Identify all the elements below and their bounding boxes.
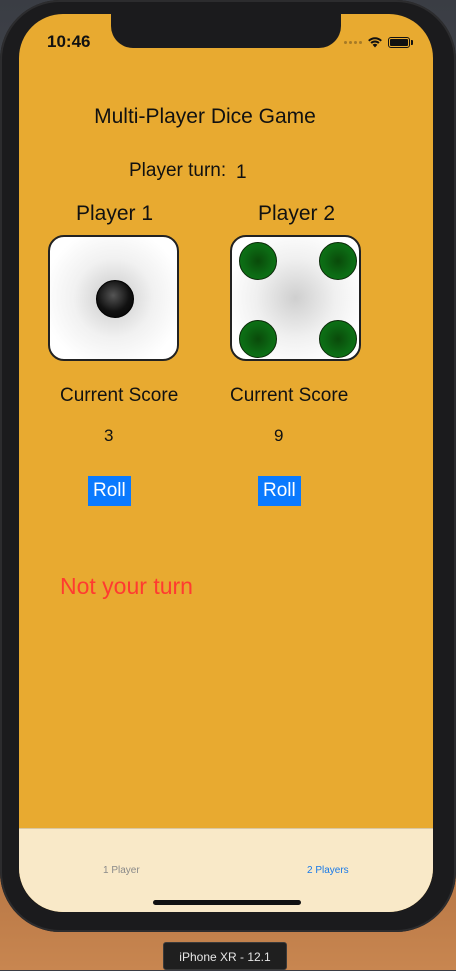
turn-message: Not your turn: [60, 573, 193, 599]
device-label: iPhone XR - 12.1: [163, 942, 287, 970]
battery-tip: [411, 39, 413, 45]
home-indicator[interactable]: [153, 900, 301, 905]
player-1-name: Player 1: [76, 202, 154, 225]
player-2-score: 9: [274, 426, 284, 445]
player-2-die: [230, 235, 361, 361]
tab-bar: 1 Player 2 Players: [19, 828, 433, 912]
cellular-signal-icon: [344, 40, 362, 44]
game-title: Multi-Player Dice Game: [94, 105, 316, 128]
status-icons: [344, 35, 413, 49]
player-turn-label: Player turn:: [129, 160, 227, 181]
notch: [111, 14, 341, 48]
player-1-score: 3: [104, 426, 114, 445]
die-pip: [319, 320, 357, 358]
wifi-icon: [368, 37, 382, 48]
app-screen: 10:46 Multi-Player Dice Game Player turn…: [19, 14, 433, 912]
device-frame: 10:46 Multi-Player Dice Game Player turn…: [0, 0, 456, 932]
tab-1-player[interactable]: 1 Player: [103, 865, 140, 876]
player-2-score-label: Current Score: [230, 385, 349, 406]
die-pip: [319, 242, 357, 280]
die-pip: [239, 320, 277, 358]
die-pip: [239, 242, 277, 280]
tab-2-players[interactable]: 2 Players: [307, 865, 349, 876]
player-1-die: [48, 235, 179, 361]
player-1-roll-button[interactable]: Roll: [88, 476, 131, 506]
status-time: 10:46: [47, 32, 91, 51]
battery-icon: [388, 36, 410, 48]
player-1-score-label: Current Score: [60, 385, 179, 406]
player-turn-value: 1: [236, 162, 247, 183]
die-pip: [96, 280, 134, 318]
player-2-roll-button[interactable]: Roll: [258, 476, 301, 506]
player-2-name: Player 2: [258, 202, 336, 225]
